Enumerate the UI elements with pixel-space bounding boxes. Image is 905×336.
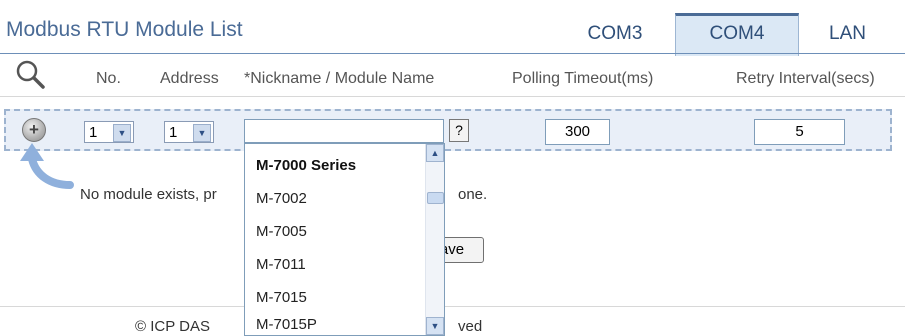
header-nickname: *Nickname / Module Name: [244, 70, 435, 87]
header-address: Address: [160, 70, 219, 87]
column-header-divider: [0, 96, 905, 97]
empty-message-end: one.: [458, 186, 488, 203]
footer-divider: [0, 306, 905, 307]
dropdown-option[interactable]: M-7015P: [256, 316, 317, 333]
header-retry-interval: Retry Interval(secs): [736, 70, 875, 87]
no-select-value: 1: [89, 124, 98, 141]
nickname-input[interactable]: [244, 119, 444, 143]
address-select[interactable]: 1 ▼: [164, 121, 214, 143]
tab-com3[interactable]: COM3: [560, 16, 670, 53]
search-icon[interactable]: [14, 58, 46, 90]
header-divider: [0, 53, 905, 54]
scroll-thumb[interactable]: [427, 192, 444, 204]
dropdown-option[interactable]: M-7002: [256, 190, 307, 207]
retry-interval-input[interactable]: 5: [754, 119, 845, 145]
module-dropdown[interactable]: M-7000 Series M-7002 M-7005 M-7011 M-701…: [244, 143, 445, 336]
arrow-icon: [20, 143, 74, 189]
dropdown-group-label: M-7000 Series: [256, 157, 357, 174]
page-title: Modbus RTU Module List: [6, 18, 243, 41]
chevron-up-icon[interactable]: ▲: [426, 144, 444, 162]
no-select[interactable]: 1 ▼: [84, 121, 134, 143]
chevron-down-icon[interactable]: ▼: [426, 317, 444, 335]
dropdown-option[interactable]: M-7011: [256, 256, 306, 273]
chevron-down-icon[interactable]: ▼: [193, 124, 211, 142]
dropdown-option[interactable]: M-7005: [256, 223, 307, 240]
tab-lan[interactable]: LAN: [800, 16, 895, 53]
header-polling-timeout: Polling Timeout(ms): [512, 70, 654, 87]
polling-timeout-input[interactable]: 300: [545, 119, 610, 145]
tab-com4[interactable]: COM4: [675, 13, 799, 56]
add-icon[interactable]: +: [22, 118, 46, 142]
empty-message: No module exists, pr: [80, 186, 217, 203]
footer-copyright: © ICP DAS: [135, 318, 210, 335]
dropdown-option[interactable]: M-7015: [256, 289, 307, 306]
address-select-value: 1: [169, 124, 178, 141]
header-no: No.: [96, 70, 121, 87]
dropdown-scrollbar[interactable]: ▲ ▼: [425, 144, 444, 335]
help-button[interactable]: ?: [449, 119, 469, 142]
footer-copyright-end: ved: [458, 318, 483, 335]
chevron-down-icon[interactable]: ▼: [113, 124, 131, 142]
